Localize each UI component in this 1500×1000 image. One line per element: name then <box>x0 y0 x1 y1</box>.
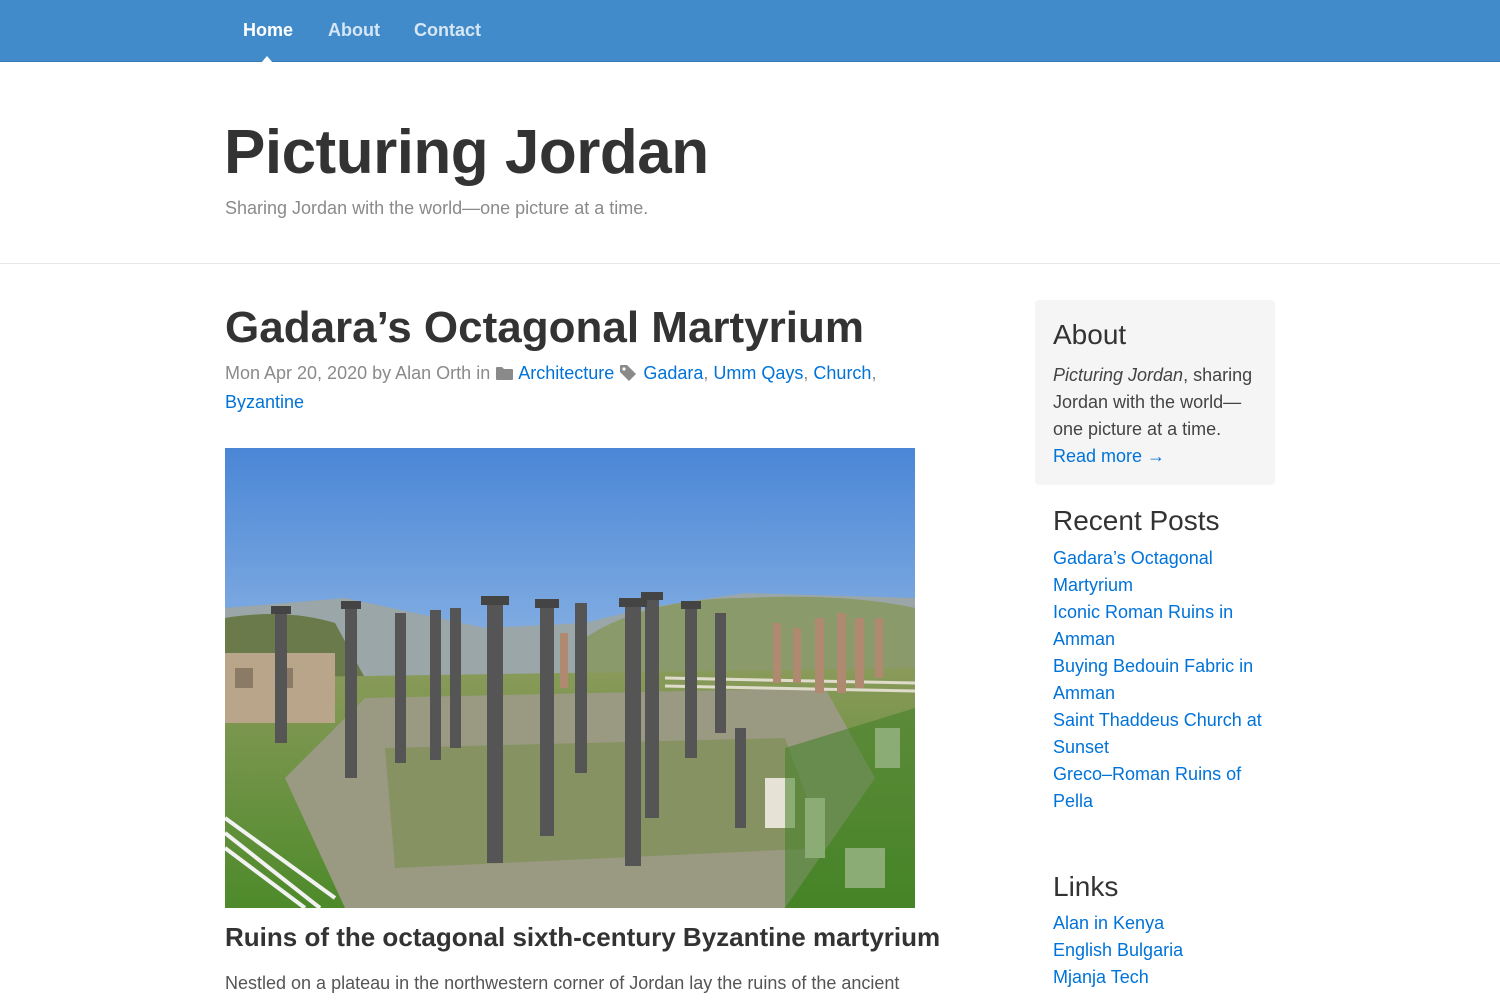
list-item: Gadara’s Octagonal Martyrium <box>1053 545 1263 599</box>
recent-post-link[interactable]: Greco–Roman Ruins of Pella <box>1053 764 1241 811</box>
sidebar-about-heading: About <box>1053 319 1127 350</box>
read-more-link[interactable]: Read more → <box>1053 443 1257 470</box>
sidebar-about-text: Picturing Jordan, sharing Jordan with th… <box>1053 362 1257 443</box>
top-navbar: Home About Contact <box>0 0 1500 63</box>
folder-icon <box>495 362 514 389</box>
external-link[interactable]: Mjanja Tech <box>1053 967 1149 987</box>
links-heading: Links <box>1053 871 1119 902</box>
recent-post-link[interactable]: Buying Bedouin Fabric in Amman <box>1053 656 1253 703</box>
nav-home-link[interactable]: Home <box>243 20 293 41</box>
tag-link-byzantine[interactable]: Byzantine <box>225 392 304 412</box>
list-item: Mjanja Tech <box>1053 964 1263 991</box>
tag-link-gadara[interactable]: Gadara <box>643 363 703 383</box>
list-item: Iconic Roman Ruins in Amman <box>1053 599 1263 653</box>
tag-link-umm-qays[interactable]: Umm Qays <box>713 363 803 383</box>
list-item: Saint Thaddeus Church at Sunset <box>1053 707 1263 761</box>
post-image-caption: Ruins of the octagonal sixth-century Byz… <box>225 922 941 952</box>
site-tagline: Sharing Jordan with the world—one pictur… <box>225 198 649 218</box>
post-intro-text: Nestled on a plateau in the northwestern… <box>225 973 900 993</box>
post-by-label: by <box>372 363 392 383</box>
site-title[interactable]: Picturing Jordan <box>224 122 709 184</box>
nav-contact-link[interactable]: Contact <box>414 20 481 41</box>
post-author: Alan Orth <box>395 363 472 383</box>
tag-icon <box>619 362 638 389</box>
list-item: Alan in Kenya <box>1053 910 1263 937</box>
nav-about-link[interactable]: About <box>328 20 380 41</box>
recent-posts-heading: Recent Posts <box>1053 505 1220 536</box>
post-meta: Mon Apr 20, 2020 by Alan Orth in Archite… <box>225 362 877 412</box>
links-list: Alan in Kenya English Bulgaria Mjanja Te… <box>1053 910 1263 991</box>
external-link[interactable]: English Bulgaria <box>1053 940 1183 960</box>
sidebar-about-emph: Picturing Jordan <box>1053 364 1184 385</box>
list-item: Greco–Roman Ruins of Pella <box>1053 761 1263 815</box>
post-date: Mon Apr 20, 2020 <box>225 363 368 383</box>
tag-link-church[interactable]: Church <box>813 363 871 383</box>
active-indicator <box>261 56 273 63</box>
category-link[interactable]: Architecture <box>518 363 614 383</box>
header-divider <box>0 263 1500 264</box>
external-link[interactable]: Alan in Kenya <box>1053 913 1164 933</box>
sidebar-about-box: About Picturing Jordan, sharing Jordan w… <box>1035 300 1275 485</box>
list-item: Buying Bedouin Fabric in Amman <box>1053 653 1263 707</box>
post-title[interactable]: Gadara’s Octagonal Martyrium <box>225 303 864 352</box>
post-hero-image[interactable] <box>225 448 915 908</box>
recent-post-link[interactable]: Saint Thaddeus Church at Sunset <box>1053 710 1262 757</box>
recent-post-link[interactable]: Iconic Roman Ruins in Amman <box>1053 602 1233 649</box>
post-in-label: in <box>476 363 491 383</box>
recent-post-link[interactable]: Gadara’s Octagonal Martyrium <box>1053 548 1213 595</box>
list-item: English Bulgaria <box>1053 937 1263 964</box>
recent-posts-list: Gadara’s Octagonal Martyrium Iconic Roma… <box>1053 545 1263 815</box>
